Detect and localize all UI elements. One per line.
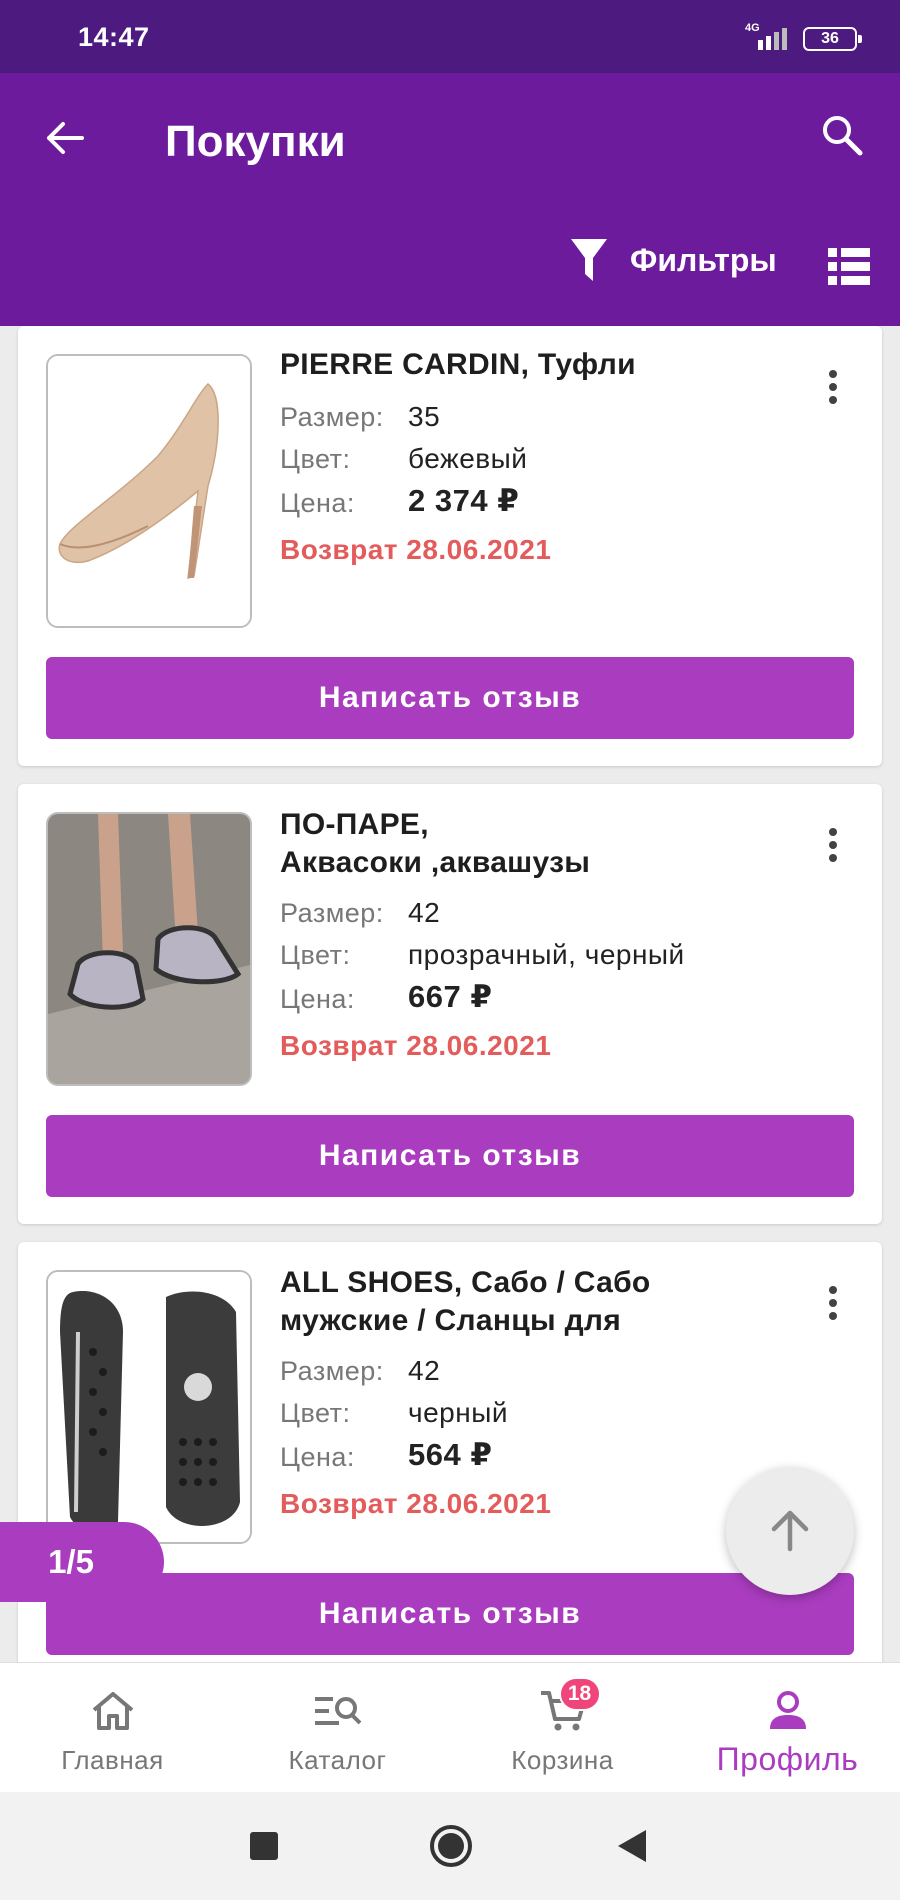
nav-catalog[interactable]: Каталог bbox=[225, 1663, 450, 1793]
signal-icon bbox=[758, 28, 787, 50]
battery-icon: 36 bbox=[803, 27, 862, 51]
back-triangle-icon[interactable] bbox=[618, 1830, 646, 1862]
product-name-line2: мужские / Сланцы для bbox=[280, 1304, 622, 1337]
purchase-card: PIERRE CARDIN, Туфли Размер: 35 Цвет: бе… bbox=[18, 326, 882, 766]
page-title: Покупки bbox=[165, 117, 346, 166]
price-label: Цена: bbox=[280, 488, 355, 518]
nav-home-label: Главная bbox=[61, 1745, 164, 1775]
nav-profile[interactable]: Профиль bbox=[675, 1663, 900, 1793]
return-status: Возврат 28.06.2021 bbox=[280, 1030, 552, 1061]
product-image[interactable] bbox=[46, 354, 252, 628]
cart-icon: 18 bbox=[533, 1677, 601, 1739]
list-view-icon[interactable] bbox=[828, 248, 870, 286]
write-review-button[interactable]: Написать отзыв bbox=[46, 1115, 854, 1197]
cart-badge: 18 bbox=[558, 1677, 601, 1711]
return-status: Возврат 28.06.2021 bbox=[280, 1488, 552, 1519]
purchase-card: ПО-ПАРЕ, Аквасоки ,аквашузы Размер: 42 Ц… bbox=[18, 784, 882, 1224]
product-name[interactable]: PIERRE CARDIN, Туфли bbox=[280, 346, 636, 384]
product-name-line1: ПО-ПАРЕ, bbox=[280, 808, 429, 841]
product-name-line2: Аквасоки ,аквашузы bbox=[280, 846, 591, 879]
bottom-navigation: Главная Каталог 18 Корзина Профиль bbox=[0, 1662, 900, 1792]
nav-cart-label: Корзина bbox=[511, 1745, 614, 1775]
price-label: Цена: bbox=[280, 1442, 355, 1472]
app-bar: Покупки Фильтры bbox=[0, 73, 900, 326]
product-name-line1: ALL SHOES, Сабо / Сабо bbox=[280, 1266, 651, 1299]
filter-funnel-icon bbox=[571, 239, 607, 281]
nav-catalog-label: Каталог bbox=[288, 1745, 387, 1775]
price-label: Цена: bbox=[280, 984, 355, 1014]
color-label: Цвет: bbox=[280, 940, 351, 970]
arrow-up-icon bbox=[771, 1510, 809, 1552]
nav-cart[interactable]: 18 Корзина bbox=[450, 1663, 675, 1793]
nav-home[interactable]: Главная bbox=[0, 1663, 225, 1793]
size-label: Размер: bbox=[280, 402, 384, 432]
color-value: бежевый bbox=[408, 443, 528, 474]
color-value: черный bbox=[408, 1397, 508, 1428]
color-label: Цвет: bbox=[280, 444, 351, 474]
scroll-to-top-button[interactable] bbox=[726, 1467, 854, 1595]
filters-label: Фильтры bbox=[630, 241, 777, 278]
size-value: 42 bbox=[408, 1355, 441, 1386]
size-value: 35 bbox=[408, 401, 441, 432]
more-options-icon[interactable] bbox=[818, 1278, 848, 1328]
color-label: Цвет: bbox=[280, 1398, 351, 1428]
back-arrow-icon[interactable] bbox=[40, 113, 90, 163]
home-circle-icon[interactable] bbox=[430, 1825, 472, 1867]
recents-icon[interactable] bbox=[250, 1832, 278, 1860]
more-options-icon[interactable] bbox=[818, 362, 848, 412]
size-label: Размер: bbox=[280, 1356, 384, 1386]
status-time: 14:47 bbox=[78, 22, 150, 52]
system-navigation-bar bbox=[0, 1792, 900, 1900]
product-image[interactable] bbox=[46, 1270, 252, 1544]
color-value: прозрачный, черный bbox=[408, 939, 685, 970]
more-options-icon[interactable] bbox=[818, 820, 848, 870]
size-value: 42 bbox=[408, 897, 441, 928]
status-bar: 14:47 4G 36 bbox=[0, 0, 900, 73]
purchase-card: ALL SHOES, Сабо / Сабо мужские / Сланцы … bbox=[18, 1242, 882, 1682]
write-review-button[interactable]: Написать отзыв bbox=[46, 1573, 854, 1655]
write-review-button[interactable]: Написать отзыв bbox=[46, 657, 854, 739]
product-image[interactable] bbox=[46, 812, 252, 1086]
profile-icon bbox=[758, 1683, 818, 1739]
price-value: 564 ₽ bbox=[408, 1437, 493, 1472]
home-icon bbox=[83, 1683, 143, 1739]
nav-profile-label: Профиль bbox=[716, 1741, 859, 1777]
catalog-search-icon bbox=[308, 1683, 368, 1739]
search-icon[interactable] bbox=[820, 113, 870, 163]
filters-button[interactable]: Фильтры bbox=[570, 238, 777, 282]
page-indicator: 1/5 bbox=[0, 1522, 164, 1602]
product-name[interactable]: ALL SHOES, Сабо / Сабо мужские / Сланцы … bbox=[280, 1264, 651, 1340]
size-label: Размер: bbox=[280, 898, 384, 928]
return-status: Возврат 28.06.2021 bbox=[280, 534, 552, 565]
price-value: 2 374 ₽ bbox=[408, 483, 520, 518]
product-name[interactable]: ПО-ПАРЕ, Аквасоки ,аквашузы bbox=[280, 806, 590, 882]
price-value: 667 ₽ bbox=[408, 979, 493, 1014]
